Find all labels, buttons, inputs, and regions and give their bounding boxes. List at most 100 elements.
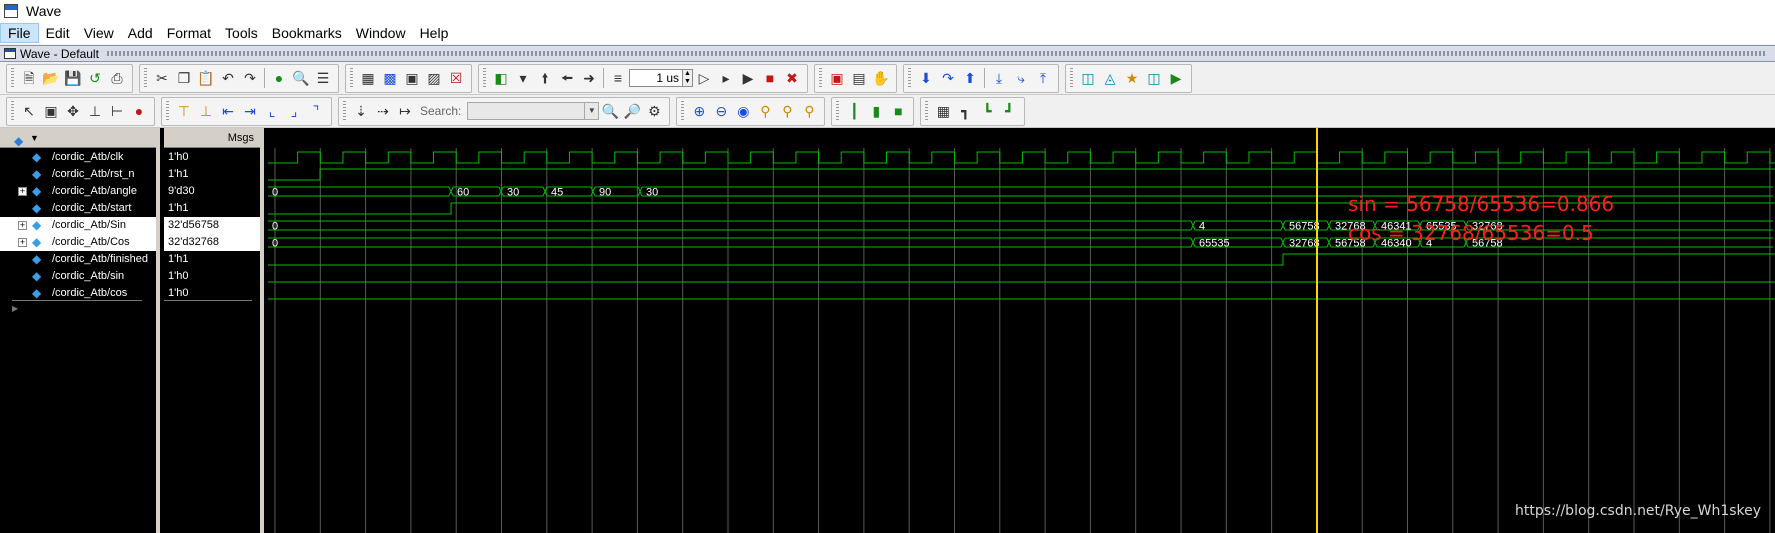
signal-value-pane[interactable]: Msgs 1'h0 1'h1 9'd30 1'h1 32'd56758 32'd32768… — [164, 128, 264, 533]
prev-edge-icon[interactable]: ⇤ — [218, 101, 238, 121]
signal-row[interactable]: ◆ /cordic_Atb/rst_n — [0, 166, 156, 183]
group-icon[interactable]: ▮ — [866, 101, 886, 121]
find-binoculars-icon[interactable]: 🔍 — [291, 68, 311, 88]
search-next-icon[interactable]: 🔎 — [622, 101, 642, 121]
menu-file[interactable]: File — [0, 23, 39, 43]
toolbar-grip[interactable] — [144, 68, 147, 88]
zoom-out-icon[interactable]: ⊖ — [711, 101, 731, 121]
step-dropdown-icon[interactable]: ▾ — [513, 68, 533, 88]
delete-cursor-icon[interactable]: ⊥ — [196, 101, 216, 121]
compile-all-icon[interactable]: ▩ — [380, 68, 400, 88]
zoom-in-icon[interactable]: ⊕ — [689, 101, 709, 121]
toolbar-grip[interactable] — [343, 101, 346, 121]
wave-window-icon[interactable]: ■ — [888, 101, 908, 121]
arrow-up-icon[interactable]: 🠙 — [535, 68, 555, 88]
cursor-insert-icon[interactable]: ⊥ — [85, 101, 105, 121]
signal-name-pane[interactable]: ◆ ▼ ◆ /cordic_Atb/clk ◆ /cordic_Atb/rst_n + ◆… — [0, 128, 160, 533]
step-into-dropdown-icon[interactable]: ⤓ — [989, 68, 1009, 88]
signal-row[interactable]: ◆ /cordic_Atb/sin — [0, 268, 156, 285]
run-length-input[interactable]: 1 us — [629, 69, 683, 87]
search-options-icon[interactable]: ⚙ — [644, 101, 664, 121]
format-icon[interactable]: ☰ — [313, 68, 333, 88]
reload-icon[interactable]: ↺ — [85, 68, 105, 88]
toolbar-grip[interactable] — [350, 68, 353, 88]
compare-icon[interactable]: ↦ — [395, 101, 415, 121]
expand-icon[interactable]: + — [18, 221, 27, 230]
expand-icon[interactable]: + — [18, 187, 27, 196]
expand-icon[interactable]: ⊢ — [107, 101, 127, 121]
insert-cursor-icon[interactable]: ⊤ — [174, 101, 194, 121]
divider-icon[interactable]: ┃ — [844, 101, 864, 121]
find-edge-icon[interactable]: ⌝ — [306, 101, 326, 121]
paste-icon[interactable]: 📋 — [196, 68, 216, 88]
compare-next-icon[interactable]: ┛ — [999, 101, 1019, 121]
stop-icon[interactable]: ☒ — [446, 68, 466, 88]
menu-edit[interactable]: Edit — [39, 23, 77, 43]
step-over-icon[interactable]: ↷ — [938, 68, 958, 88]
signal-value-row[interactable]: 9'd30 — [164, 183, 260, 200]
signal-value-row[interactable]: 1'h0 — [164, 149, 260, 166]
step-out-icon[interactable]: ⬆ — [960, 68, 980, 88]
new-file-icon[interactable]: 🗎 — [19, 68, 39, 88]
pan-mode-icon[interactable]: ✥ — [63, 101, 83, 121]
toolbar-grip[interactable] — [11, 68, 14, 88]
simulate-icon[interactable]: ▣ — [402, 68, 422, 88]
cut-icon[interactable]: ✂ — [152, 68, 172, 88]
signal-row[interactable]: + ◆ /cordic_Atb/angle — [0, 183, 156, 200]
run-length-spinner[interactable]: ▲ ▼ — [683, 69, 693, 87]
redo-icon[interactable]: ↷ — [240, 68, 260, 88]
compare-wave-icon[interactable]: ┗ — [977, 101, 997, 121]
continue-icon[interactable]: ▸ — [716, 68, 736, 88]
toolbar-grip[interactable] — [1070, 68, 1073, 88]
toolbar-grip[interactable] — [166, 101, 169, 121]
toolbar-grip[interactable] — [483, 68, 486, 88]
zoom-full-icon[interactable]: ◉ — [733, 101, 753, 121]
run-all-icon[interactable]: ▶ — [738, 68, 758, 88]
prev-transition-icon[interactable]: ⌞ — [262, 101, 282, 121]
signal-row[interactable]: ◆ /cordic_Atb/finished — [0, 251, 156, 268]
signal-row[interactable]: ◆ /cordic_Atb/clk — [0, 149, 156, 166]
menu-bookmarks[interactable]: Bookmarks — [265, 23, 349, 43]
toolbar-grip[interactable] — [908, 68, 911, 88]
name-pane-header[interactable]: ◆ ▼ — [0, 128, 156, 148]
window-layout-icon[interactable]: ◫ — [1144, 68, 1164, 88]
search-input[interactable] — [467, 102, 586, 120]
arrow-right-icon[interactable]: ➜ — [579, 68, 599, 88]
signal-value-row[interactable]: 32'd56758 — [164, 217, 260, 234]
signal-row[interactable]: ◆ /cordic_Atb/start — [0, 200, 156, 217]
break-sim-icon[interactable]: ■ — [760, 68, 780, 88]
search-dropdown[interactable]: ▼ — [585, 102, 600, 120]
toolbar-grip[interactable] — [11, 101, 14, 121]
expand-icon[interactable]: + — [18, 238, 27, 247]
hand-pan-icon[interactable]: ✋ — [871, 68, 891, 88]
run-icon[interactable]: ▷ — [694, 68, 714, 88]
menu-format[interactable]: Format — [160, 23, 218, 43]
performance-icon[interactable]: ▣ — [827, 68, 847, 88]
toolbar-grip[interactable] — [819, 68, 822, 88]
signal-row[interactable]: + ◆ /cordic_Atb/Sin — [0, 217, 156, 234]
chevron-down-icon[interactable]: ▼ — [30, 128, 39, 148]
search-find-icon[interactable]: 🔍 — [600, 101, 620, 121]
bookmark-icon[interactable]: ★ — [1122, 68, 1142, 88]
signal-value-row[interactable]: 1'h0 — [164, 268, 260, 285]
menu-view[interactable]: View — [77, 23, 121, 43]
open-folder-icon[interactable]: 📂 — [41, 68, 61, 88]
toolbar-grip[interactable] — [925, 101, 929, 121]
toolbar-grip[interactable] — [836, 101, 840, 121]
zoom-mode-icon[interactable]: ▣ — [41, 101, 61, 121]
menu-help[interactable]: Help — [413, 23, 456, 43]
layout-icon[interactable]: ◫ — [1078, 68, 1098, 88]
titlebar-grip[interactable] — [106, 51, 1767, 56]
signal-value-row[interactable]: 32'd32768 — [164, 234, 260, 251]
compile-icon[interactable]: ▦ — [358, 68, 378, 88]
arrow-left-icon[interactable]: 🠘 — [557, 68, 577, 88]
signal-value-row[interactable]: 1'h1 — [164, 251, 260, 268]
add-wave-icon[interactable]: ● — [269, 68, 289, 88]
grid-icon[interactable]: ▦ — [933, 101, 953, 121]
zoom-cursor-icon[interactable]: ⚲ — [755, 101, 775, 121]
signal-value-row[interactable]: 1'h1 — [164, 200, 260, 217]
select-pointer-icon[interactable]: ↖ — [19, 101, 39, 121]
compare-start-icon[interactable]: ┓ — [955, 101, 975, 121]
waveform-canvas[interactable]: 0 60 30 45 90 30 0 4 56758 32768 46341 65535 32768 0 6… — [268, 128, 1775, 533]
menu-window[interactable]: Window — [349, 23, 413, 43]
